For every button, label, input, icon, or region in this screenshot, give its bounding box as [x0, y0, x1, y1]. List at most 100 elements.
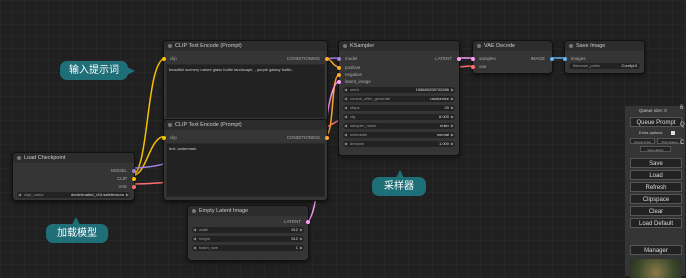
- control-after-generate-label: control_after_generate: [350, 96, 391, 101]
- queue-front-button[interactable]: Queue Front: [630, 138, 655, 144]
- ksampler-header[interactable]: KSampler: [339, 41, 459, 51]
- clear-button[interactable]: Clear: [630, 206, 682, 216]
- queue-prompt-button[interactable]: Queue Prompt: [630, 117, 682, 127]
- vae-input-dot[interactable]: [471, 65, 475, 69]
- clipspace-button[interactable]: Clipspace: [630, 194, 682, 204]
- denoise-label: denoise: [350, 141, 365, 146]
- positive-input-dot[interactable]: [337, 66, 341, 70]
- latent-image-input-dot[interactable]: [337, 80, 341, 84]
- save-button[interactable]: Save: [630, 158, 682, 168]
- denoise-value: 1.000: [438, 141, 449, 146]
- sampler-name-value: euler: [440, 123, 449, 128]
- samples-input-dot[interactable]: [471, 57, 475, 61]
- queue-size-label: Queue size: 0: [639, 108, 667, 113]
- conditioning-output-dot[interactable]: [325, 57, 329, 61]
- positive-input-label: positive: [345, 65, 361, 70]
- model-callout-text: 加载模型: [57, 228, 97, 239]
- negative-input-dot[interactable]: [337, 73, 341, 77]
- node-collapse-icon[interactable]: [168, 44, 172, 48]
- negative-prompt-textarea[interactable]: text, watermark: [166, 143, 325, 197]
- seed-widget[interactable]: ◀ seed 156680208700286 ▶: [343, 87, 455, 93]
- node-collapse-icon[interactable]: [192, 209, 196, 213]
- node-collapse-icon[interactable]: [477, 44, 481, 48]
- vae-output-dot[interactable]: [132, 185, 136, 189]
- clip-negative-title: CLIP Text Encode (Prompt): [175, 122, 242, 128]
- image-output-label: IMAGE: [530, 56, 545, 61]
- filename-prefix-widget[interactable]: filename_prefix ComfyUI: [569, 63, 640, 69]
- empty-latent-header[interactable]: Empty Latent Image: [188, 206, 308, 216]
- save-image-header[interactable]: Save Image: [565, 41, 644, 51]
- sampler-name-label: sampler_name: [350, 123, 377, 128]
- scheduler-widget[interactable]: ◀ scheduler normal ▶: [343, 132, 455, 138]
- width-label: width: [199, 227, 209, 232]
- cfg-widget[interactable]: ◀ cfg 8.000 ▶: [343, 114, 455, 120]
- latent-output-label: LATENT: [435, 56, 452, 61]
- node-collapse-icon[interactable]: [343, 44, 347, 48]
- cut-off-label-6: 6: [680, 105, 684, 111]
- sampler-name-widget[interactable]: ◀ sampler_name euler ▶: [343, 123, 455, 129]
- empty-latent-image-node[interactable]: Empty Latent Image LATENT ◀ width 512 ▶ ◀ he…: [187, 205, 310, 261]
- vae-input-label: vae: [479, 64, 487, 69]
- images-input-dot[interactable]: [563, 57, 567, 61]
- sampler-callout: 采样器: [372, 170, 426, 196]
- clip-positive-header[interactable]: CLIP Text Encode (Prompt): [164, 41, 327, 51]
- sampler-callout-text: 采样器: [384, 181, 414, 192]
- height-label: height: [199, 236, 210, 241]
- seed-value: 156680208700286: [415, 87, 449, 92]
- node-collapse-icon[interactable]: [569, 44, 573, 48]
- latent-output-dot[interactable]: [306, 220, 310, 224]
- callout-arrow-icon: [396, 170, 404, 178]
- clip-output-dot[interactable]: [132, 177, 136, 181]
- clip-input-dot[interactable]: [162, 136, 166, 140]
- manager-button[interactable]: Manager: [630, 245, 682, 255]
- ckpt-name-combo[interactable]: ◀ ckpt_name dreAnimated_v10.safetensors …: [17, 192, 130, 198]
- batch-size-widget[interactable]: ◀ batch_size 1 ▶: [192, 245, 304, 251]
- clip-text-encode-positive-node[interactable]: CLIP Text Encode (Prompt) clip CONDITION…: [162, 40, 329, 122]
- save-image-node[interactable]: Save Image images filename_prefix ComfyUI: [563, 40, 645, 74]
- node-collapse-icon[interactable]: [17, 156, 21, 160]
- wire-clip-to-negative: [130, 135, 167, 177]
- negative-input-label: negative: [345, 72, 363, 77]
- ksampler-title: KSampler: [350, 43, 375, 49]
- view-queue-button[interactable]: View Queue: [657, 138, 682, 144]
- conditioning-output-dot[interactable]: [325, 136, 329, 140]
- callout-arrow-icon: [127, 67, 135, 75]
- view-history-button[interactable]: View History: [640, 146, 671, 152]
- load-checkpoint-header[interactable]: Load Checkpoint: [13, 153, 134, 163]
- right-arrow-icon[interactable]: ▶: [126, 192, 129, 198]
- positive-prompt-textarea[interactable]: beautiful scenery nature glass bottle la…: [166, 64, 325, 118]
- vae-decode-node[interactable]: VAE Decode samples vae IMAGE: [471, 40, 554, 74]
- preview-thumbnail[interactable]: [630, 259, 682, 278]
- width-widget[interactable]: ◀ width 512 ▶: [192, 227, 304, 233]
- clip-negative-header[interactable]: CLIP Text Encode (Prompt): [164, 120, 327, 130]
- empty-latent-title: Empty Latent Image: [199, 208, 249, 214]
- extra-options-checkbox[interactable]: [671, 131, 675, 135]
- model-output-dot[interactable]: [132, 169, 136, 173]
- node-collapse-icon[interactable]: [168, 123, 172, 127]
- cut-off-label-q: Q: [680, 122, 685, 128]
- steps-widget[interactable]: ◀ steps 20 ▶: [343, 105, 455, 111]
- batch-size-label: batch_size: [199, 245, 219, 250]
- refresh-button[interactable]: Refresh: [630, 182, 682, 192]
- filename-prefix-label: filename_prefix: [573, 63, 601, 68]
- height-widget[interactable]: ◀ height 512 ▶: [192, 236, 304, 242]
- ksampler-node[interactable]: KSampler model positive negative latent_…: [337, 40, 461, 156]
- clip-input-dot[interactable]: [162, 57, 166, 61]
- width-value: 512: [291, 227, 298, 232]
- load-button[interactable]: Load: [630, 170, 682, 180]
- latent-image-input-label: latent_image: [345, 79, 371, 84]
- latent-output-dot[interactable]: [457, 57, 461, 61]
- vae-decode-header[interactable]: VAE Decode: [473, 41, 552, 51]
- image-output-dot[interactable]: [550, 57, 554, 61]
- latent-output-label: LATENT: [284, 219, 301, 224]
- denoise-widget[interactable]: ◀ denoise 1.000 ▶: [343, 141, 455, 147]
- left-arrow-icon[interactable]: ◀: [18, 192, 21, 198]
- model-input-dot[interactable]: [337, 57, 341, 61]
- filename-prefix-value: ComfyUI: [621, 63, 637, 68]
- load-checkpoint-node[interactable]: Load Checkpoint MODEL CLIP VAE ◀ ckpt_na…: [12, 152, 136, 201]
- load-default-button[interactable]: Load Default: [630, 218, 682, 228]
- control-after-generate-widget[interactable]: ◀ control_after_generate randomize ▶: [343, 96, 455, 102]
- model-output-label: MODEL: [110, 168, 127, 173]
- ckpt-name-label: ckpt_name: [24, 192, 44, 197]
- clip-text-encode-negative-node[interactable]: CLIP Text Encode (Prompt) clip CONDITION…: [162, 119, 329, 201]
